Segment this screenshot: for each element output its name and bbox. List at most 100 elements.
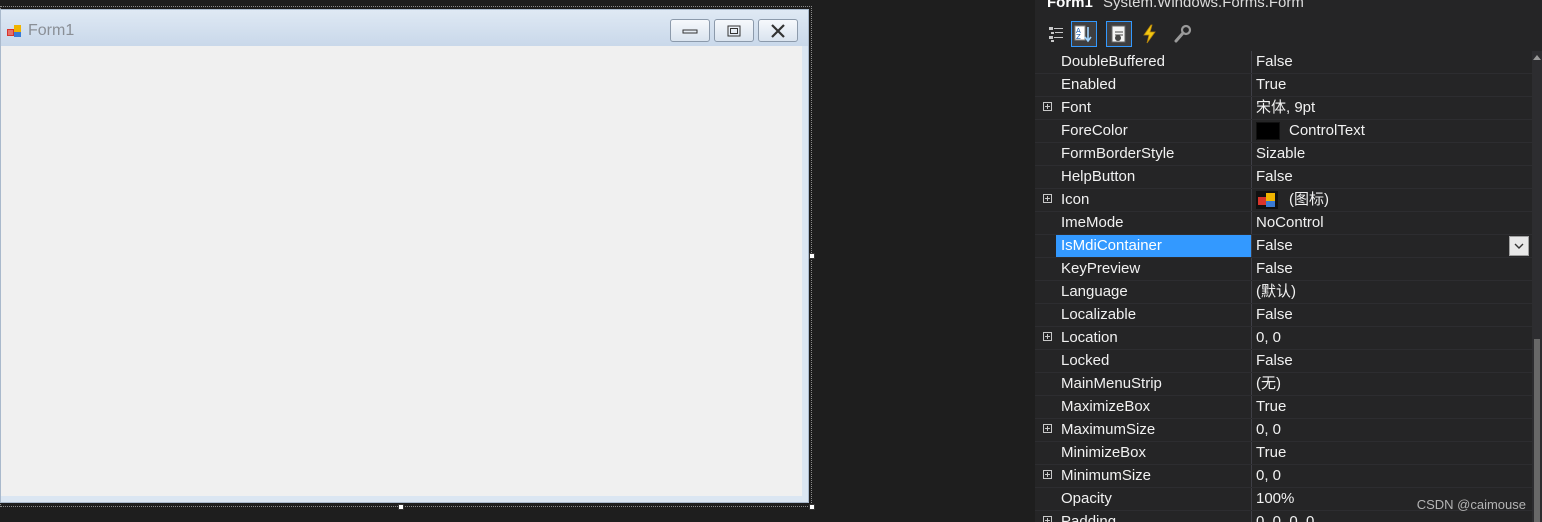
column-divider[interactable] [1251, 258, 1252, 280]
property-value[interactable]: 0, 0 [1256, 327, 1281, 349]
property-row[interactable]: MinimumSize 0, 0 [1035, 465, 1532, 488]
maximize-button[interactable] [714, 19, 754, 42]
column-divider[interactable] [1251, 350, 1252, 372]
property-name[interactable]: ForeColor [1056, 120, 1251, 142]
column-divider[interactable] [1251, 373, 1252, 395]
property-value[interactable]: Sizable [1256, 143, 1305, 165]
property-row[interactable]: Location 0, 0 [1035, 327, 1532, 350]
column-divider[interactable] [1251, 327, 1252, 349]
property-value[interactable]: NoControl [1256, 212, 1324, 234]
property-value[interactable]: False [1256, 51, 1293, 73]
property-row[interactable]: HelpButton False [1035, 166, 1532, 189]
property-name[interactable]: HelpButton [1056, 166, 1251, 188]
property-grid-scrollbar[interactable] [1532, 51, 1542, 522]
property-row[interactable]: Icon (图标) [1035, 189, 1532, 212]
property-value[interactable]: 0, 0 [1256, 419, 1281, 441]
property-value[interactable]: 0, 0, 0, 0 [1256, 511, 1314, 522]
property-row[interactable]: Language (默认) [1035, 281, 1532, 304]
categorized-button[interactable] [1043, 21, 1069, 47]
column-divider[interactable] [1251, 143, 1252, 165]
property-name[interactable]: Enabled [1056, 74, 1251, 96]
property-name[interactable]: Icon [1056, 189, 1251, 211]
property-row[interactable]: MaximizeBox True [1035, 396, 1532, 419]
scroll-up-arrow-icon[interactable] [1533, 55, 1541, 60]
resize-handle-bottom[interactable] [398, 504, 404, 510]
property-value[interactable]: False [1256, 350, 1293, 372]
column-divider[interactable] [1251, 442, 1252, 464]
column-divider[interactable] [1251, 304, 1252, 326]
events-button[interactable] [1137, 21, 1163, 47]
column-divider[interactable] [1251, 212, 1252, 234]
property-value[interactable]: False [1256, 166, 1293, 188]
expand-icon[interactable] [1043, 424, 1052, 433]
column-divider[interactable] [1251, 465, 1252, 487]
property-pages-button[interactable] [1170, 21, 1196, 47]
property-value[interactable]: True [1256, 396, 1286, 418]
resize-handle-corner[interactable] [809, 504, 815, 510]
expand-icon[interactable] [1043, 332, 1052, 341]
expand-icon[interactable] [1043, 194, 1052, 203]
properties-object-header[interactable]: Form1 System.Windows.Forms.Form [1035, 0, 1542, 14]
resize-handle-right[interactable] [809, 253, 815, 259]
column-divider[interactable] [1251, 97, 1252, 119]
property-row[interactable]: Font 宋体, 9pt [1035, 97, 1532, 120]
property-value[interactable]: 100% [1256, 488, 1294, 510]
property-name[interactable]: Locked [1056, 350, 1251, 372]
property-name[interactable]: MaximumSize [1056, 419, 1251, 441]
property-name[interactable]: Language [1056, 281, 1251, 303]
column-divider[interactable] [1251, 74, 1252, 96]
value-dropdown-button[interactable] [1509, 236, 1529, 256]
property-name[interactable]: Location [1056, 327, 1251, 349]
property-name[interactable]: Padding [1056, 511, 1251, 522]
property-name[interactable]: IsMdiContainer [1056, 235, 1251, 257]
property-row[interactable]: FormBorderStyle Sizable [1035, 143, 1532, 166]
form-client-area[interactable] [1, 46, 802, 496]
column-divider[interactable] [1251, 166, 1252, 188]
properties-button[interactable] [1106, 21, 1132, 47]
property-name[interactable]: Opacity [1056, 488, 1251, 510]
property-name[interactable]: Font [1056, 97, 1251, 119]
column-divider[interactable] [1251, 51, 1252, 73]
column-divider[interactable] [1251, 281, 1252, 303]
property-row[interactable]: ForeColor ControlText [1035, 120, 1532, 143]
column-divider[interactable] [1251, 488, 1252, 510]
scroll-thumb[interactable] [1534, 339, 1540, 522]
property-name[interactable]: Localizable [1056, 304, 1251, 326]
property-row[interactable]: MainMenuStrip (无) [1035, 373, 1532, 396]
property-value[interactable]: False [1256, 304, 1293, 326]
property-value[interactable]: 0, 0 [1256, 465, 1281, 487]
property-name[interactable]: KeyPreview [1056, 258, 1251, 280]
property-name[interactable]: MainMenuStrip [1056, 373, 1251, 395]
property-row[interactable]: IsMdiContainer False [1035, 235, 1532, 258]
property-value[interactable]: (默认) [1256, 281, 1296, 303]
property-name[interactable]: MinimizeBox [1056, 442, 1251, 464]
form-titlebar[interactable]: Form1 [1, 10, 808, 46]
property-value[interactable]: (图标) [1256, 189, 1329, 211]
designer-surface[interactable]: Form1 [0, 0, 1035, 522]
form-window[interactable]: Form1 [0, 9, 809, 503]
property-value[interactable]: False [1256, 235, 1293, 257]
property-value[interactable]: 宋体, 9pt [1256, 97, 1315, 119]
property-value[interactable]: True [1256, 442, 1286, 464]
expand-icon[interactable] [1043, 102, 1052, 111]
expand-icon[interactable] [1043, 470, 1052, 479]
column-divider[interactable] [1251, 511, 1252, 522]
close-button[interactable] [758, 19, 798, 42]
property-row[interactable]: Enabled True [1035, 74, 1532, 97]
property-row[interactable]: MaximumSize 0, 0 [1035, 419, 1532, 442]
property-name[interactable]: FormBorderStyle [1056, 143, 1251, 165]
column-divider[interactable] [1251, 235, 1252, 257]
property-row[interactable]: KeyPreview False [1035, 258, 1532, 281]
property-name[interactable]: MaximizeBox [1056, 396, 1251, 418]
property-row[interactable]: ImeMode NoControl [1035, 212, 1532, 235]
property-row[interactable]: DoubleBuffered False [1035, 51, 1532, 74]
alphabetical-button[interactable]: A Z [1071, 21, 1097, 47]
property-row[interactable]: Localizable False [1035, 304, 1532, 327]
column-divider[interactable] [1251, 120, 1252, 142]
property-name[interactable]: MinimumSize [1056, 465, 1251, 487]
property-name[interactable]: DoubleBuffered [1056, 51, 1251, 73]
property-row[interactable]: MinimizeBox True [1035, 442, 1532, 465]
column-divider[interactable] [1251, 396, 1252, 418]
column-divider[interactable] [1251, 419, 1252, 441]
expand-icon[interactable] [1043, 516, 1052, 522]
